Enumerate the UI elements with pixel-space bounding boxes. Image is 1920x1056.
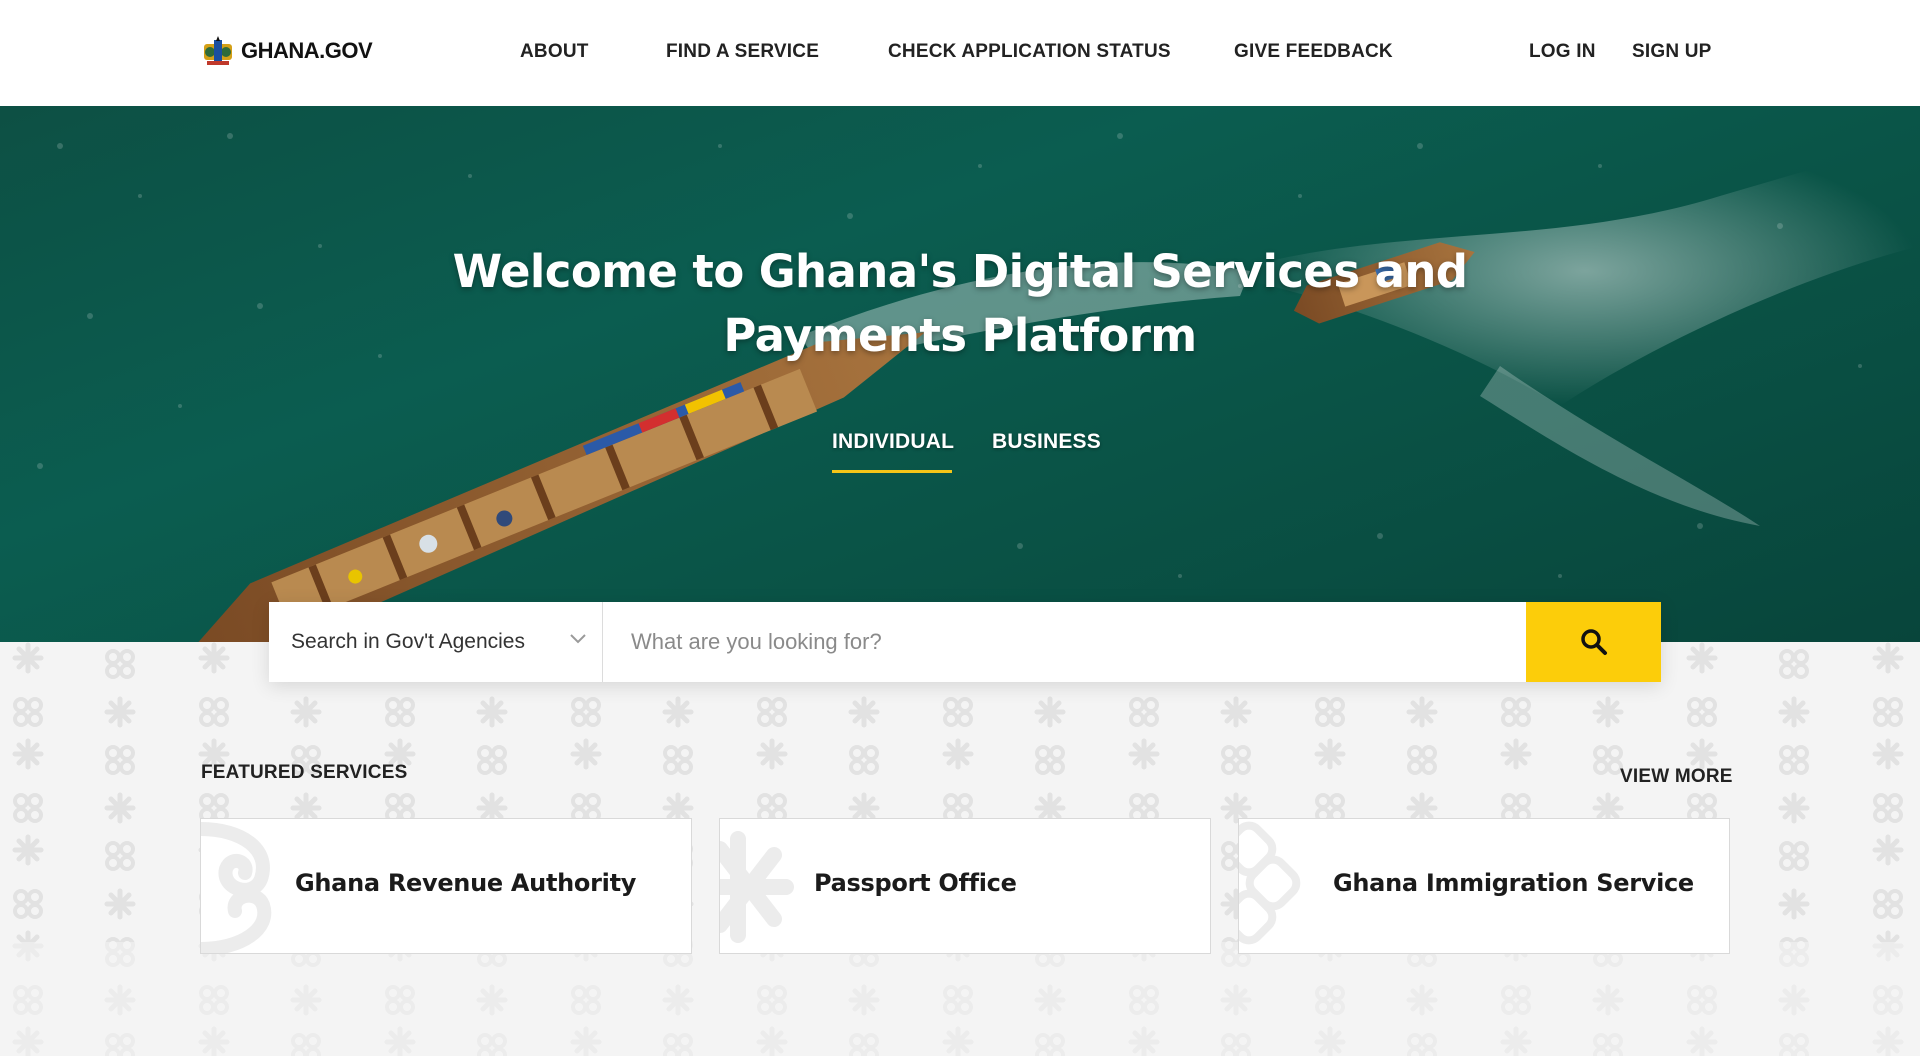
site-header: GHANA.GOV ABOUT FIND A SERVICE CHECK APP… <box>0 0 1920 106</box>
view-more-link[interactable]: VIEW MORE <box>1620 766 1733 788</box>
sign-up-link[interactable]: SIGN UP <box>1632 41 1712 63</box>
nav-give-feedback[interactable]: GIVE FEEDBACK <box>1234 41 1393 63</box>
service-card-ghana-revenue-authority[interactable]: Ghana Revenue Authority <box>200 818 692 954</box>
chevron-down-icon <box>570 634 586 644</box>
active-tab-indicator <box>832 470 952 473</box>
hero-background-image <box>37 133 1920 642</box>
search-input[interactable] <box>603 602 1526 682</box>
service-card-label: Ghana Immigration Service <box>1333 869 1694 897</box>
service-card-label: Passport Office <box>814 869 1017 897</box>
search-icon <box>1580 629 1607 655</box>
agency-select-dropdown[interactable]: Search in Gov't Agencies <box>269 602 603 682</box>
nav-find-a-service[interactable]: FIND A SERVICE <box>666 41 819 63</box>
featured-services-heading: FEATURED SERVICES <box>201 762 408 783</box>
agency-select-label: Search in Gov't Agencies <box>291 630 525 653</box>
service-card-label: Ghana Revenue Authority <box>295 869 637 897</box>
coat-of-arms-icon <box>204 36 232 65</box>
hero-banner: Welcome to Ghana's Digital Services and … <box>0 106 1920 642</box>
search-button[interactable] <box>1526 602 1661 682</box>
hero-title: Welcome to Ghana's Digital Services and … <box>0 240 1920 368</box>
adinkra-swirl-icon <box>201 822 272 953</box>
adinkra-star-icon <box>720 831 794 943</box>
tab-individual[interactable]: INDIVIDUAL <box>832 430 954 454</box>
service-card-ghana-immigration-service[interactable]: Ghana Immigration Service <box>1238 818 1730 954</box>
nav-check-application-status[interactable]: CHECK APPLICATION STATUS <box>888 41 1171 63</box>
nav-about[interactable]: ABOUT <box>520 41 589 63</box>
search-bar: Search in Gov't Agencies <box>269 602 1661 682</box>
log-in-link[interactable]: LOG IN <box>1529 41 1596 63</box>
logo-text: GHANA.GOV <box>241 38 373 63</box>
adinkra-knot-icon <box>1239 821 1301 945</box>
service-card-passport-office[interactable]: Passport Office <box>719 818 1211 954</box>
hero-title-line-1: Welcome to Ghana's Digital Services and <box>452 245 1468 298</box>
hero-title-line-2: Payments Platform <box>723 309 1197 362</box>
tab-business[interactable]: BUSINESS <box>992 430 1101 454</box>
ghana-gov-logo[interactable]: GHANA.GOV <box>201 36 373 66</box>
